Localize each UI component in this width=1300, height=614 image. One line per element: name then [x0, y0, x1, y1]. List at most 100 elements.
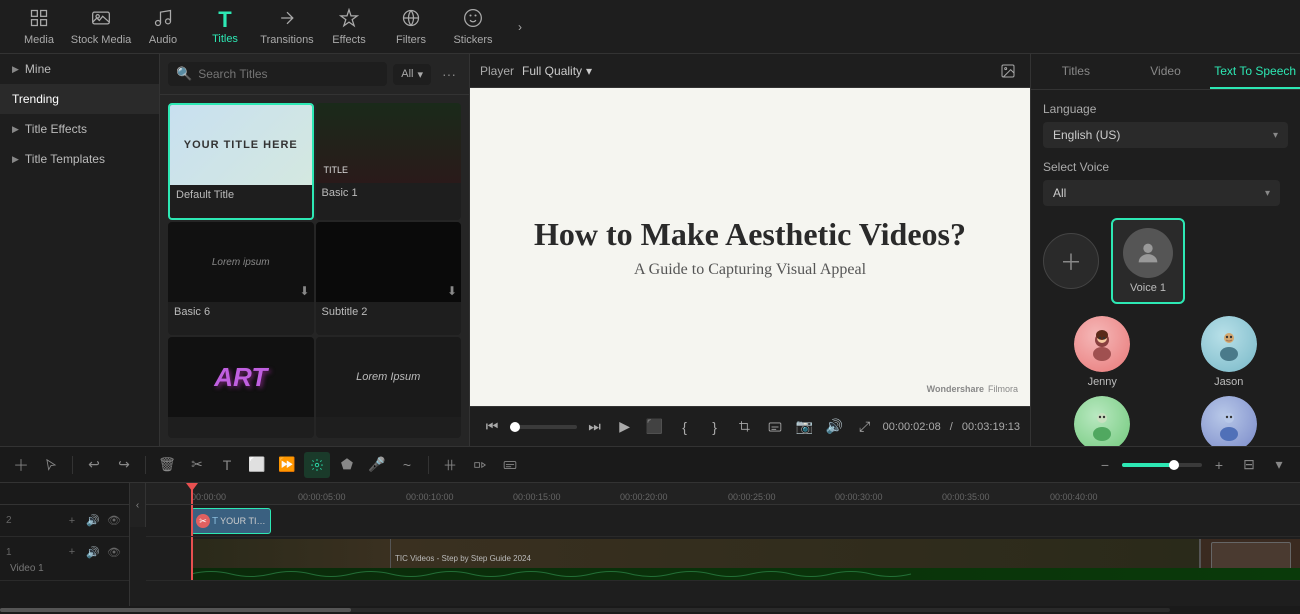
- layout-toggle-btn[interactable]: ⊟: [1236, 452, 1262, 478]
- undo-btn[interactable]: ↩: [81, 452, 107, 478]
- voice-card-4[interactable]: [1170, 396, 1289, 446]
- sidebar-item-trending[interactable]: Trending: [0, 84, 159, 114]
- zoom-out-btn[interactable]: −: [1092, 452, 1118, 478]
- subtitle-btn[interactable]: [763, 415, 787, 439]
- mic-btn[interactable]: 🎤: [364, 452, 390, 478]
- progress-bar[interactable]: [510, 425, 577, 429]
- voice-filter-select[interactable]: All ▾: [1043, 180, 1280, 206]
- transitions-tool[interactable]: Transitions: [256, 2, 318, 52]
- ruler-mark-0: 00:00:00: [191, 492, 226, 502]
- media-tool[interactable]: Media: [8, 2, 70, 52]
- title-effects-label: Title Effects: [25, 122, 87, 136]
- titles-tool[interactable]: T Titles: [194, 2, 256, 52]
- player-image-btn[interactable]: [996, 59, 1020, 83]
- title-templates-label: Title Templates: [25, 152, 105, 166]
- title-card-lorem[interactable]: Lorem Ipsum: [316, 337, 462, 438]
- jenny-avatar: [1074, 316, 1130, 372]
- title-card-subtitle2[interactable]: ⬇ Subtitle 2: [316, 222, 462, 335]
- mark-in-btn[interactable]: {: [673, 415, 697, 439]
- audio-tool[interactable]: Audio: [132, 2, 194, 52]
- default-title-thumb: YOUR TITLE HERE: [170, 105, 312, 185]
- preview-main-text: How to Make Aesthetic Videos?: [534, 216, 966, 253]
- snap-btn[interactable]: [8, 452, 34, 478]
- track-label-video1: 1 + 🔊 👁 Video 1: [0, 537, 129, 581]
- stickers-tool[interactable]: Stickers: [442, 2, 504, 52]
- tab-video[interactable]: Video: [1121, 54, 1211, 89]
- text-btn[interactable]: T: [214, 452, 240, 478]
- selected-voice-card[interactable]: Voice 1: [1111, 218, 1185, 304]
- sidebar-item-title-templates[interactable]: ▶ Title Templates: [0, 144, 159, 174]
- zoom-in-btn[interactable]: +: [1206, 452, 1232, 478]
- jason-avatar: [1201, 316, 1257, 372]
- toolbar-expand-btn[interactable]: ›: [508, 15, 532, 39]
- player-label: Player: [480, 64, 514, 78]
- voice-card-jenny[interactable]: Jenny: [1043, 316, 1162, 388]
- stock-media-tool[interactable]: Stock Media: [70, 2, 132, 52]
- play-btn[interactable]: ▶: [613, 415, 637, 439]
- tl-sep-1: [72, 456, 73, 474]
- track-2-mute-btn[interactable]: 🔊: [84, 512, 102, 530]
- stop-btn[interactable]: ⬛: [643, 415, 667, 439]
- stickers-icon: [463, 8, 483, 32]
- filters-tool[interactable]: Filters: [380, 2, 442, 52]
- title-card-basic1[interactable]: TITLE Basic 1: [316, 103, 462, 220]
- more-tl-btn[interactable]: ▾: [1266, 452, 1292, 478]
- title-card-default[interactable]: YOUR TITLE HERE Default Title: [168, 103, 314, 220]
- crop-btn[interactable]: [733, 415, 757, 439]
- redo-btn[interactable]: ↪: [111, 452, 137, 478]
- delete-btn[interactable]: 🗑: [154, 452, 180, 478]
- select-tool-btn[interactable]: [38, 452, 64, 478]
- skip-forward-btn[interactable]: ⏭: [583, 415, 607, 439]
- voice-card-jason[interactable]: Jason: [1170, 316, 1289, 388]
- mask-btn[interactable]: ⬟: [334, 452, 360, 478]
- basic6-lorem: Lorem ipsum: [212, 257, 270, 268]
- tab-titles[interactable]: Titles: [1031, 54, 1121, 89]
- v1-mute-btn[interactable]: 🔊: [84, 543, 102, 561]
- title-clip[interactable]: ✂ T YOUR TITLE...: [191, 508, 271, 534]
- cut-btn[interactable]: ✂: [184, 452, 210, 478]
- audio-btn[interactable]: 🔊: [823, 415, 847, 439]
- collapse-btn[interactable]: ‹: [130, 483, 146, 527]
- title-card-basic6[interactable]: Lorem ipsum ⬇ Basic 6: [168, 222, 314, 335]
- subtitle-tl-btn[interactable]: [497, 452, 523, 478]
- effects-tool[interactable]: Effects: [318, 2, 380, 52]
- tab-tts[interactable]: Text To Speech: [1210, 54, 1300, 89]
- scrollbar-track[interactable]: [0, 608, 1170, 612]
- scrollbar-thumb[interactable]: [0, 608, 351, 612]
- audio-sync-btn[interactable]: ~: [394, 452, 420, 478]
- tab-tts-label: Text To Speech: [1214, 64, 1296, 78]
- track-2-vis-btn[interactable]: 👁: [105, 512, 123, 530]
- snapshot-btn[interactable]: 📷: [793, 415, 817, 439]
- motion-btn[interactable]: [467, 452, 493, 478]
- sidebar-item-mine[interactable]: ▶ Mine: [0, 54, 159, 84]
- bottom-scrollbar[interactable]: [0, 606, 1300, 614]
- more-options-button[interactable]: ···: [437, 62, 461, 86]
- crop-tl-btn[interactable]: ⬜: [244, 452, 270, 478]
- transitions-icon: [277, 8, 297, 32]
- voice-card-3[interactable]: [1043, 396, 1162, 446]
- sidebar-item-title-effects[interactable]: ▶ Title Effects: [0, 114, 159, 144]
- mark-out-btn[interactable]: }: [703, 415, 727, 439]
- filter-dropdown[interactable]: All ▾: [393, 64, 431, 85]
- title-card-art[interactable]: ART: [168, 337, 314, 438]
- transitions-label: Transitions: [260, 34, 313, 46]
- search-input-wrap[interactable]: 🔍: [168, 62, 387, 86]
- v1-vis-btn[interactable]: 👁: [105, 543, 123, 561]
- split-btn[interactable]: [437, 452, 463, 478]
- art-thumb: ART: [168, 337, 314, 417]
- zoom-slider[interactable]: [1122, 463, 1202, 467]
- language-select[interactable]: English (US) ▾: [1043, 122, 1288, 148]
- add-voice-button[interactable]: ＋: [1043, 233, 1099, 289]
- right-panel: Titles Video Text To Speech Language Eng…: [1030, 54, 1300, 446]
- effects-icon: [339, 8, 359, 32]
- tts-content: Language English (US) ▾ Select Voice All…: [1031, 90, 1300, 446]
- track-2-add-btn[interactable]: +: [63, 512, 81, 530]
- preview-sub-text: A Guide to Capturing Visual Appeal: [634, 261, 866, 279]
- search-input[interactable]: [198, 67, 379, 81]
- effects-tl-btn[interactable]: [304, 452, 330, 478]
- skip-back-btn[interactable]: ⏮: [480, 415, 504, 439]
- speed-btn[interactable]: ⏩: [274, 452, 300, 478]
- quality-dropdown[interactable]: Full Quality ▾: [522, 64, 592, 78]
- v1-add-btn[interactable]: +: [63, 543, 81, 561]
- fullscreen-btn[interactable]: ⤢: [853, 415, 877, 439]
